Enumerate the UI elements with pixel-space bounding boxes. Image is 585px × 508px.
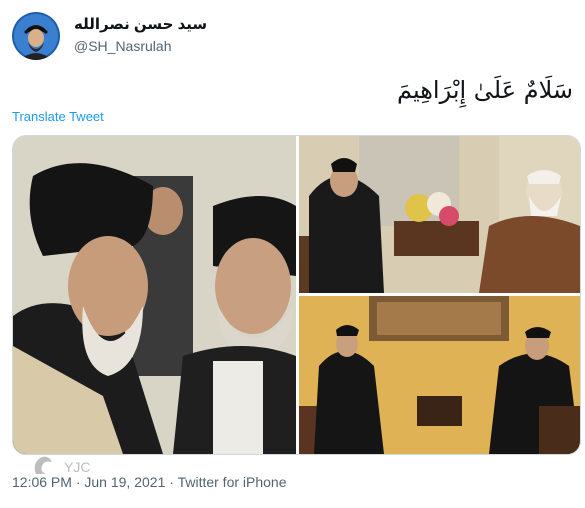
photo-meeting-seated[interactable]	[299, 296, 580, 454]
tweet-time[interactable]: 12:06 PM	[12, 474, 72, 490]
photo-meeting-elder-image	[299, 136, 580, 293]
photo-embrace-image	[13, 136, 296, 454]
photo-meeting-elder[interactable]	[299, 136, 580, 293]
author-display-name[interactable]: سيد حسن نصرالله	[74, 15, 207, 33]
avatar-image	[12, 12, 60, 60]
watermark-text: YJC	[64, 459, 90, 475]
meta-separator-2: ·	[165, 474, 178, 490]
photo-meeting-seated-image	[299, 296, 580, 454]
tweet-source[interactable]: Twitter for iPhone	[178, 474, 287, 490]
tweet-text: سَلَامٌ عَلَىٰ إِبْرَاهِيمَ	[397, 76, 573, 104]
tweet-meta: 12:06 PM · Jun 19, 2021 · Twitter for iP…	[12, 474, 287, 490]
translate-tweet-link[interactable]: Translate Tweet	[12, 109, 104, 124]
author-handle[interactable]: @SH_Nasrulah	[74, 38, 171, 54]
media-grid	[12, 135, 581, 455]
photo-embrace[interactable]	[13, 136, 296, 454]
avatar[interactable]	[12, 12, 60, 60]
meta-separator: ·	[71, 474, 85, 490]
tweet-date[interactable]: Jun 19, 2021	[84, 474, 165, 490]
